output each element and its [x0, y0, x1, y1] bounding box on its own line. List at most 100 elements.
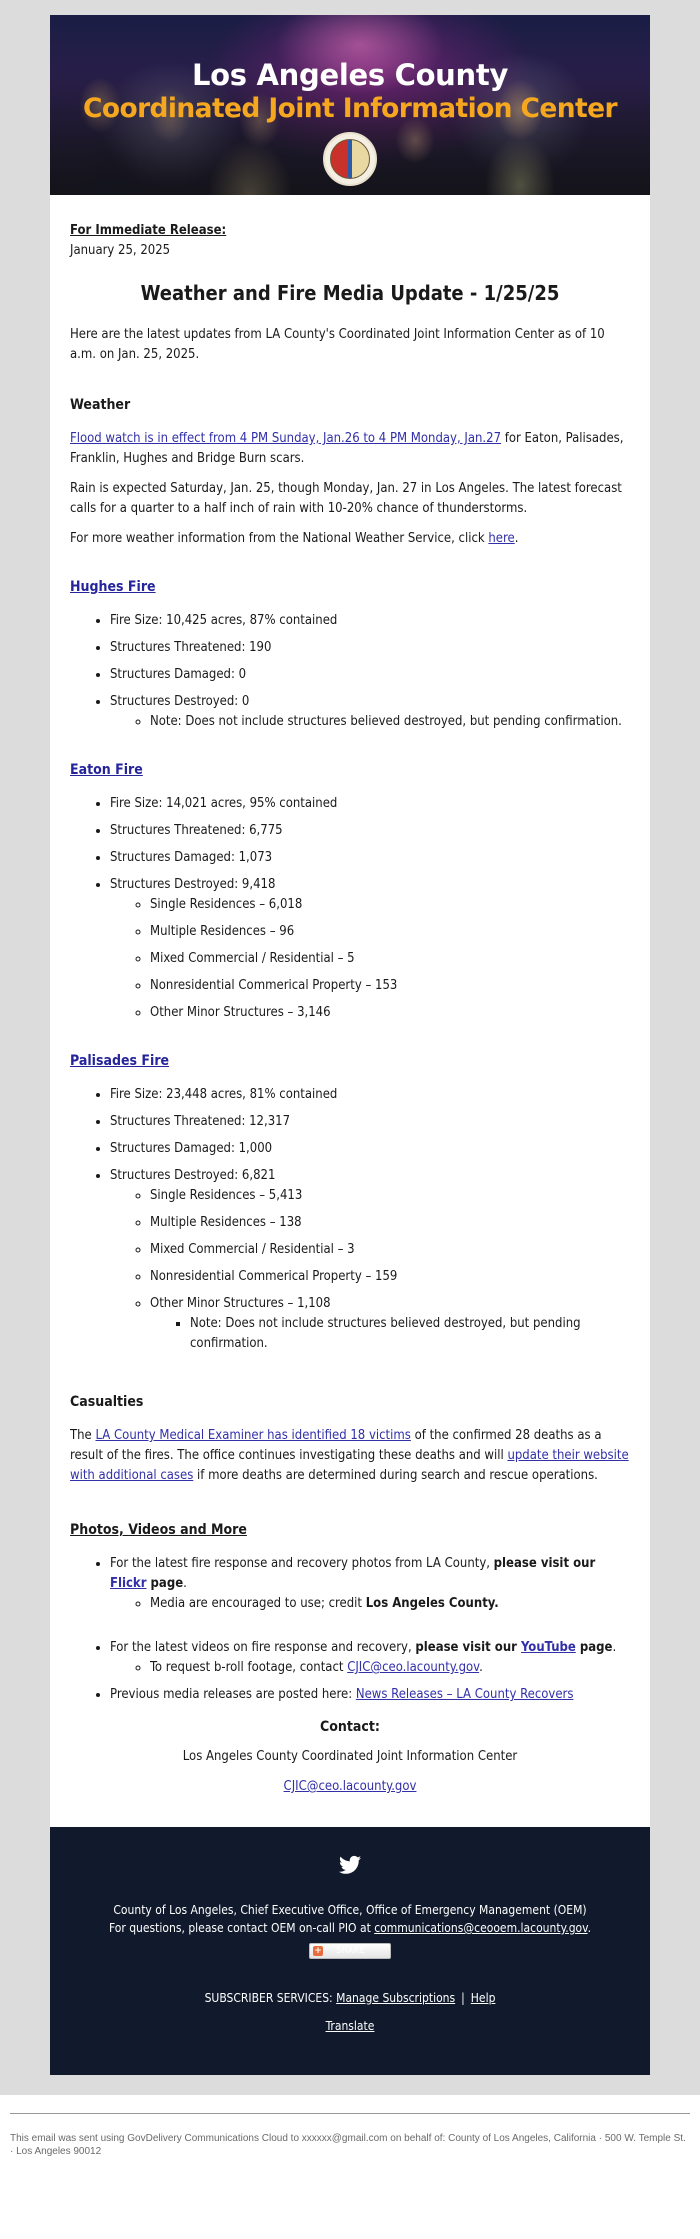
fire-stat-item: Structures Threatened: 190 — [110, 638, 630, 658]
casualties-text: if more deaths are determined during sea… — [193, 1468, 598, 1483]
breakdown-note: Note: Does not include structures believ… — [190, 1314, 630, 1354]
nws-paragraph: For more weather information from the Na… — [70, 529, 630, 549]
breakdown-item: Mixed Commercial / Residential – 5 — [150, 949, 630, 969]
breakdown-item: Multiple Residences – 96 — [150, 922, 630, 942]
subscriber-services: SUBSCRIBER SERVICES: Manage Subscription… — [70, 1989, 630, 2007]
email-background: Los Angeles County Coordinated Joint Inf… — [0, 0, 700, 2095]
breakdown-item: Mixed Commercial / Residential – 3 — [150, 1240, 630, 1260]
destroyed-note-list: Note: Does not include structures believ… — [110, 712, 630, 732]
palisades-fire-link[interactable]: Palisades Fire — [70, 1053, 169, 1069]
videos-bold-end: page — [575, 1640, 613, 1655]
release-label: For Immediate Release: — [70, 223, 227, 238]
fire-stat-item: Structures Destroyed: 9,418 Single Resid… — [110, 875, 630, 1023]
rain-forecast-text: Rain is expected Saturday, Jan. 25, thou… — [70, 481, 622, 516]
share-button[interactable]: + SHARE — [309, 1943, 391, 1959]
hughes-fire-heading: Hughes Fire — [70, 577, 630, 597]
broll-email-link[interactable]: CJIC@ceo.lacounty.gov — [347, 1660, 479, 1675]
banner-title-line1: Los Angeles County — [191, 58, 509, 92]
destroyed-note: Note: Does not include structures believ… — [150, 712, 630, 732]
plus-icon: + — [313, 1946, 323, 1956]
eaton-fire-link[interactable]: Eaton Fire — [70, 762, 143, 778]
casualties-paragraph: The LA County Medical Examiner has ident… — [70, 1426, 630, 1486]
photos-bold: please visit our — [493, 1556, 596, 1571]
breakdown-item: Other Minor Structures – 1,108 Note: Doe… — [150, 1294, 630, 1354]
fire-stat-destroyed: Structures Destroyed: 9,418 — [110, 877, 276, 892]
nws-here-link[interactable]: here — [488, 531, 514, 546]
fire-stat-destroyed: Structures Destroyed: 6,821 — [110, 1168, 276, 1183]
flood-watch-paragraph: Flood watch is in effect from 4 PM Sunda… — [70, 429, 630, 469]
help-link[interactable]: Help — [471, 1991, 496, 2005]
oem-email-link[interactable]: communications@ceooem.lacounty.gov — [374, 1921, 587, 1935]
credit-text: Media are encouraged to use; credit — [150, 1596, 366, 1611]
hughes-fire-link[interactable]: Hughes Fire — [70, 579, 156, 595]
breakdown-item-text: Other Minor Structures – 1,108 — [150, 1296, 331, 1311]
videos-sub-list: To request b-roll footage, contact CJIC@… — [110, 1658, 630, 1678]
fire-stat-item: Fire Size: 10,425 acres, 87% contained — [110, 611, 630, 631]
medical-examiner-link[interactable]: LA County Medical Examiner has identifie… — [95, 1428, 410, 1443]
media-list: For the latest fire response and recover… — [70, 1554, 630, 1705]
fire-stat-destroyed: Structures Destroyed: 0 — [110, 694, 250, 709]
subscriber-label: SUBSCRIBER SERVICES: — [204, 1991, 337, 2005]
contact-heading: Contact: — [320, 1719, 380, 1735]
flood-watch-link[interactable]: Flood watch is in effect from 4 PM Sunda… — [70, 431, 501, 446]
youtube-link[interactable]: YouTube — [521, 1640, 576, 1655]
palisades-fire-stats: Fire Size: 23,448 acres, 81% contained S… — [70, 1085, 630, 1354]
social-links — [70, 1855, 630, 1901]
breakdown-note-list: Note: Does not include structures believ… — [150, 1314, 630, 1354]
videos-end: . — [612, 1640, 617, 1655]
county-seal-icon — [323, 132, 377, 186]
nws-text: For more weather information from the Na… — [70, 531, 489, 546]
media-heading: Photos, Videos and More — [70, 1522, 247, 1538]
photos-text: For the latest fire response and recover… — [110, 1556, 494, 1571]
separator: | — [461, 1991, 465, 2005]
weather-heading: Weather — [70, 397, 131, 413]
fire-stat-item: Structures Damaged: 0 — [110, 665, 630, 685]
breakdown-item: Nonresidential Commerical Property – 159 — [150, 1267, 630, 1287]
eaton-fire-heading: Eaton Fire — [70, 760, 630, 780]
photos-item: For the latest fire response and recover… — [110, 1554, 630, 1631]
fire-stat-item: Structures Threatened: 6,775 — [110, 821, 630, 841]
fire-stat-item: Structures Damaged: 1,073 — [110, 848, 630, 868]
breakdown-item: Single Residences – 6,018 — [150, 895, 630, 915]
photos-sub-list: Media are encouraged to use; credit Los … — [110, 1594, 630, 1614]
photos-bold-end: page — [146, 1576, 184, 1591]
share-label: SHARE — [336, 1946, 366, 1956]
fire-stat-item: Structures Destroyed: 0 Note: Does not i… — [110, 692, 630, 732]
videos-bold: please visit our — [415, 1640, 522, 1655]
fire-stat-item: Fire Size: 14,021 acres, 95% contained — [110, 794, 630, 814]
fire-stat-item: Structures Damaged: 1,000 — [110, 1139, 630, 1159]
translate-link[interactable]: Translate — [326, 2019, 375, 2033]
broll-note: To request b-roll footage, contact CJIC@… — [150, 1658, 630, 1678]
broll-end: . — [479, 1660, 483, 1675]
flickr-link[interactable]: Flickr — [110, 1576, 146, 1591]
questions-suffix: . — [587, 1921, 592, 1935]
palisades-fire-heading: Palisades Fire — [70, 1051, 630, 1071]
eaton-fire-stats: Fire Size: 14,021 acres, 95% contained S… — [70, 794, 630, 1023]
destroyed-breakdown-list: Single Residences – 6,018 Multiple Resid… — [110, 895, 630, 1023]
twitter-icon[interactable] — [339, 1855, 361, 1875]
email-container: Los Angeles County Coordinated Joint Inf… — [50, 15, 650, 2075]
banner-title-line2: Coordinated Joint Information Center — [83, 93, 618, 124]
manage-subscriptions-link[interactable]: Manage Subscriptions — [336, 1991, 455, 2005]
hughes-fire-stats: Fire Size: 10,425 acres, 87% contained S… — [70, 611, 630, 732]
translate-row: Translate — [70, 2017, 630, 2035]
contact-email-link[interactable]: CJIC@ceo.lacounty.gov — [284, 1779, 417, 1794]
delivery-disclaimer-section: This email was sent using GovDelivery Co… — [0, 2095, 700, 2168]
footer-org-line: County of Los Angeles, Chief Executive O… — [113, 1903, 587, 1917]
release-date: January 25, 2025 — [70, 243, 171, 258]
questions-text: For questions, please contact OEM on-cal… — [108, 1921, 375, 1935]
credit-bold: Los Angeles County. — [365, 1596, 499, 1611]
previous-text: Previous media releases are posted here: — [110, 1687, 356, 1702]
news-releases-link[interactable]: News Releases – LA County Recovers — [356, 1687, 574, 1702]
footer-questions-line: For questions, please contact OEM on-cal… — [70, 1919, 630, 1937]
page-title: Weather and Fire Media Update - 1/25/25 — [140, 281, 560, 305]
breakdown-item: Multiple Residences – 138 — [150, 1213, 630, 1233]
destroyed-breakdown-list: Single Residences – 5,413 Multiple Resid… — [110, 1186, 630, 1354]
intro-text: Here are the latest updates from LA Coun… — [70, 327, 605, 362]
fire-stat-item: Fire Size: 23,448 acres, 81% contained — [110, 1085, 630, 1105]
videos-text: For the latest videos on fire response a… — [110, 1640, 416, 1655]
email-body: For Immediate Release: January 25, 2025 … — [50, 195, 650, 1827]
header-banner: Los Angeles County Coordinated Joint Inf… — [50, 15, 650, 195]
photos-credit-note: Media are encouraged to use; credit Los … — [150, 1594, 630, 1614]
fire-stat-item: Structures Destroyed: 6,821 Single Resid… — [110, 1166, 630, 1354]
